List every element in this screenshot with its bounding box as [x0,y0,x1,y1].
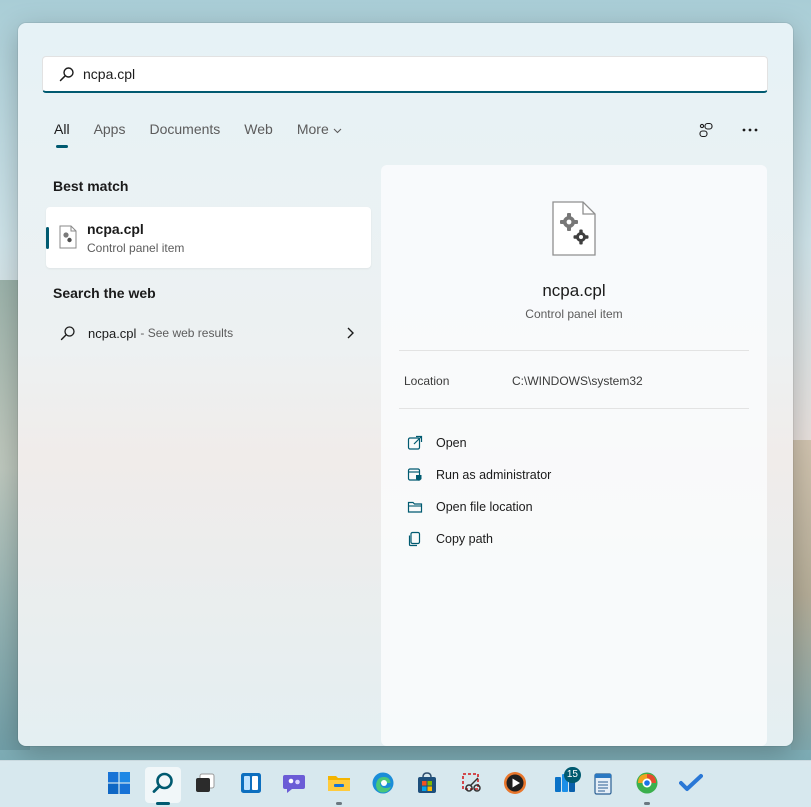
location-label: Location [404,374,450,388]
widgets-button[interactable] [233,767,269,803]
search-box[interactable] [42,56,768,93]
open-file-location-action[interactable]: Open file location [407,491,551,523]
tab-label: Documents [149,121,221,137]
notepad-icon [593,771,613,800]
location-value: C:\WINDOWS\system32 [512,374,643,388]
shield-admin-icon [407,467,423,483]
media-player-button[interactable] [497,767,533,803]
action-label: Run as administrator [436,468,552,482]
taskbar-search-button[interactable] [145,767,181,805]
run-as-admin-action[interactable]: Run as administrator [407,459,551,491]
folder-icon [407,499,423,515]
task-view-button[interactable] [187,767,223,803]
tab-label: Apps [93,121,126,137]
file-explorer-button[interactable] [321,767,357,805]
action-list: Open Run as administrator Open file loca… [407,427,551,555]
tab-apps[interactable]: Apps [94,121,126,137]
search-filter-tabs: All Apps Documents Web More [54,121,366,148]
best-match-heading: Best match [53,178,129,194]
start-button[interactable] [101,767,137,803]
open-action[interactable]: Open [407,427,551,459]
selection-indicator [46,227,49,249]
store-icon [416,771,438,799]
divider [399,350,749,351]
search-icon [151,771,175,800]
folder-icon [327,772,351,799]
edge-beta-icon [635,771,659,800]
desktop-wallpaper-right [791,440,811,750]
tab-label: Web [244,121,273,137]
task-view-icon [194,772,216,799]
media-player-icon [503,771,527,800]
more-options-icon[interactable] [739,119,761,141]
preview-title: ncpa.cpl [542,281,606,300]
chat-icon [282,772,306,799]
preview-subtitle: Control panel item [525,307,623,321]
share-network-icon[interactable] [695,119,717,141]
search-icon [59,66,75,82]
action-label: Open [436,436,467,450]
tab-label: More [296,121,329,137]
tab-documents[interactable]: Documents [149,121,220,137]
tab-label: All [54,121,70,137]
copy-path-action[interactable]: Copy path [407,523,551,555]
notepad-button[interactable] [585,767,621,803]
copy-icon [407,531,423,547]
chevron-right-icon [345,326,355,340]
web-query: ncpa.cpl [88,325,137,341]
best-match-result[interactable]: ncpa.cpl Control panel item [46,207,371,268]
search-input[interactable] [83,66,743,82]
news-button[interactable]: 15 [547,767,583,803]
divider [399,408,749,409]
search-flyout: All Apps Documents Web More Best match n… [18,23,793,746]
snipping-icon [461,772,483,799]
store-button[interactable] [409,767,445,803]
action-label: Open file location [436,500,533,514]
tab-web[interactable]: Web [244,121,273,137]
chat-button[interactable] [276,767,312,803]
running-indicator [336,802,342,805]
snipping-tool-button[interactable] [454,767,490,803]
web-result[interactable]: ncpa.cpl - See web results [46,318,371,348]
notification-badge: 15 [563,767,581,783]
tab-all[interactable]: All [54,121,70,148]
widgets-icon [240,772,262,799]
taskbar: 15 [0,760,811,807]
todo-button[interactable] [673,767,709,803]
search-icon [60,325,76,341]
open-external-icon [407,435,423,451]
settings-file-icon [551,200,597,257]
tab-more[interactable]: More [297,121,342,137]
settings-file-icon [59,225,77,249]
running-indicator [644,802,650,805]
action-label: Copy path [436,532,493,546]
search-web-heading: Search the web [53,285,156,301]
result-name: ncpa.cpl [87,221,144,237]
result-preview-pane: ncpa.cpl Control panel item Location C:\… [381,165,767,746]
edge-icon [371,771,395,800]
edge-button[interactable] [365,767,401,803]
web-hint: - See web results [140,326,234,340]
chevron-down-icon [333,121,342,137]
windows-logo-icon [108,771,130,799]
result-type: Control panel item [87,241,185,255]
edge-beta-button[interactable] [629,767,665,805]
todo-check-icon [679,773,703,798]
search-options [695,119,761,141]
active-indicator [156,802,170,805]
